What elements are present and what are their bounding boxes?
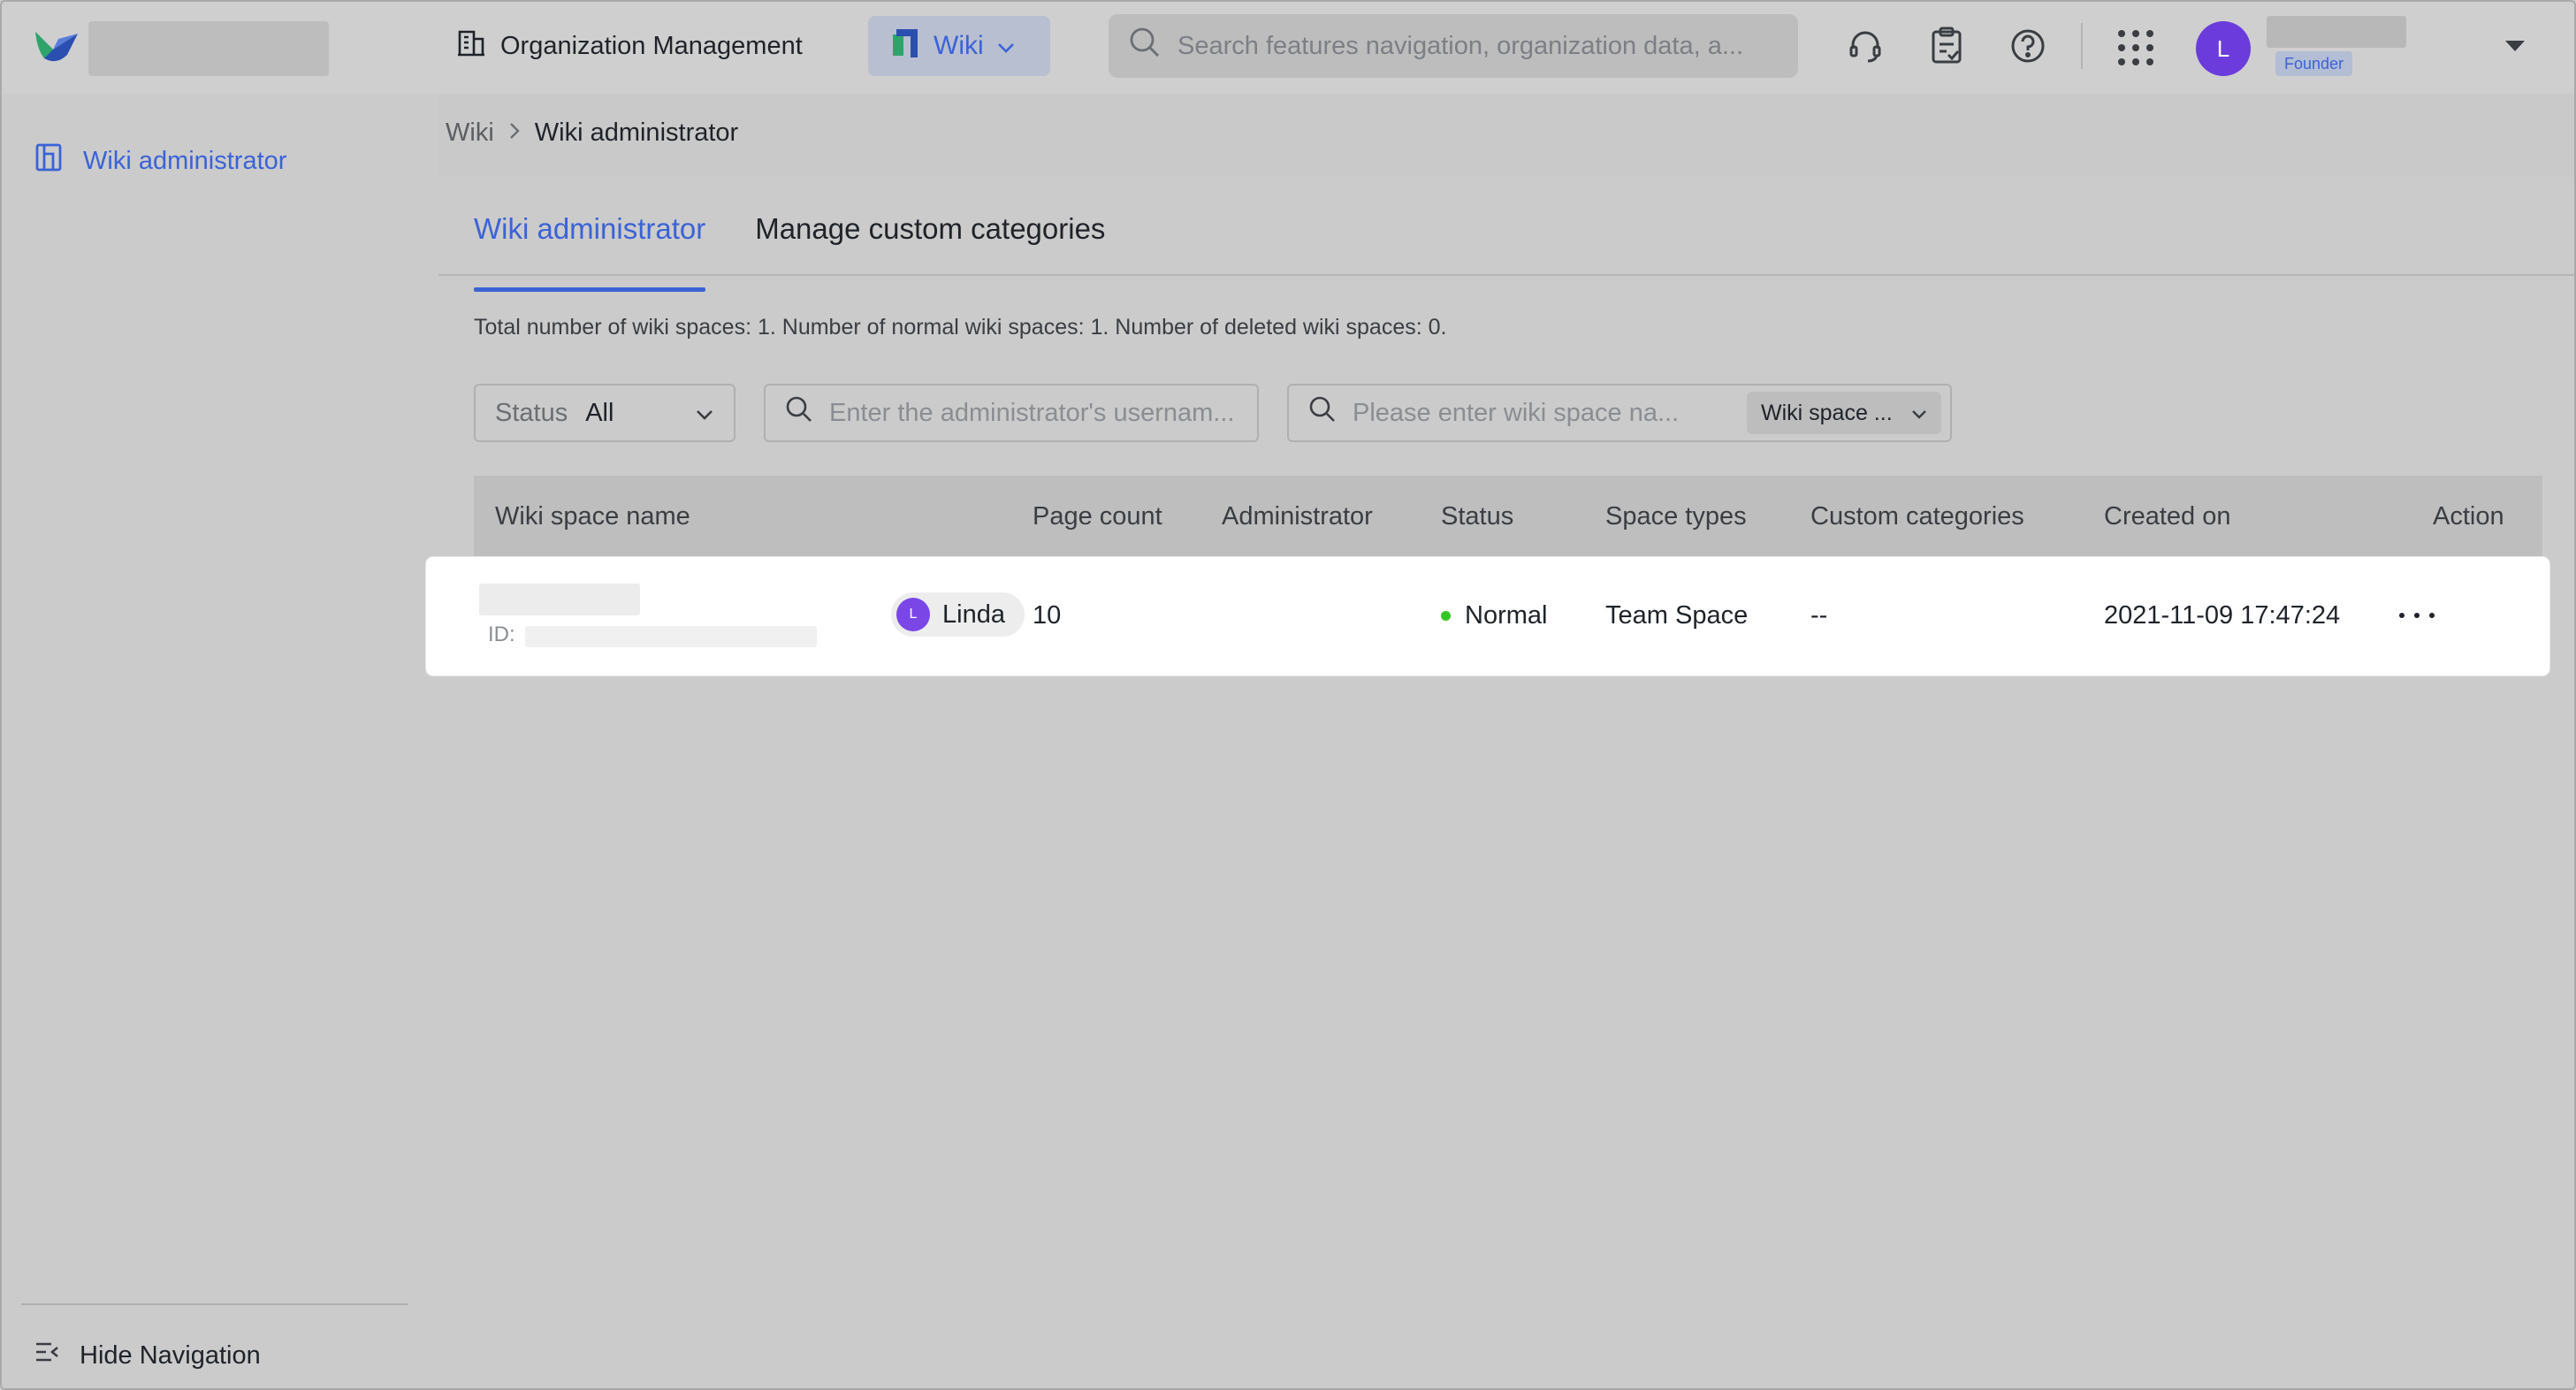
status-dot-icon <box>1441 611 1451 621</box>
tab-bar: Wiki administrator Manage custom categor… <box>474 212 1105 292</box>
column-header: Action <box>2433 502 2504 531</box>
app-window: Organization Management Wiki Search feat… <box>0 0 2576 1390</box>
user-avatar[interactable]: L <box>2196 21 2251 76</box>
column-header: Page count <box>1033 502 1162 531</box>
space-type-cell: Team Space <box>1605 601 1749 630</box>
app-switcher-label: Wiki <box>934 31 984 60</box>
column-header: Status <box>1441 502 1514 531</box>
wiki-space-search-input[interactable]: Please enter wiki space na... Wiki space… <box>1287 384 1952 442</box>
administrator-name: Linda <box>942 600 1005 629</box>
hide-navigation-button[interactable]: Hide Navigation <box>34 1340 261 1371</box>
top-bar-actions <box>1842 21 2051 71</box>
sidebar-item-wiki-administrator[interactable]: Wiki administrator <box>34 141 286 180</box>
breadcrumb-wiki-link[interactable]: Wiki <box>446 118 494 148</box>
tenant-name-redacted <box>88 21 329 76</box>
table-header: Wiki space name Page count Administrator… <box>474 476 2542 557</box>
tab-wiki-administrator[interactable]: Wiki administrator <box>474 212 706 292</box>
administrator-search-input[interactable]: Enter the administrator's usernam... <box>764 384 1259 442</box>
administrator-avatar: L <box>896 598 930 631</box>
hide-navigation-label: Hide Navigation <box>80 1340 261 1370</box>
more-actions-icon[interactable] <box>2399 600 2435 631</box>
administrator-chip[interactable]: L Linda <box>891 592 1025 637</box>
wiki-outline-icon <box>34 141 64 180</box>
chevron-right-icon <box>508 118 521 148</box>
app-grid-icon[interactable] <box>2113 25 2159 71</box>
breadcrumb-current: Wiki administrator <box>534 118 739 147</box>
top-bar: Organization Management Wiki Search feat… <box>2 2 2574 94</box>
organization-management-link[interactable]: Organization Management <box>456 28 803 64</box>
administrator-search-placeholder: Enter the administrator's usernam... <box>829 398 1235 427</box>
chevron-down-icon <box>1911 401 1927 426</box>
page-count-cell: 10 <box>1033 601 1062 630</box>
sidebar: Wiki administrator Hide Navigation <box>2 94 438 1388</box>
column-header: Created on <box>2104 502 2231 531</box>
role-badge: Founder <box>2275 51 2353 76</box>
search-icon <box>1128 26 1162 66</box>
wiki-space-id-label: ID: <box>488 622 515 646</box>
approval-clipboard-icon[interactable] <box>1924 23 1970 69</box>
wiki-space-name-redacted <box>479 584 640 615</box>
created-on-cell: 2021-11-09 17:47:24 <box>2104 601 2341 630</box>
tab-divider <box>438 274 2574 276</box>
organization-management-label: Organization Management <box>500 31 803 60</box>
global-search-input[interactable]: Search features navigation, organization… <box>1109 14 1798 78</box>
breadcrumb: Wiki Wiki administrator <box>446 118 738 148</box>
table-row[interactable]: ID: 10 L Linda Normal Team Space -- 2021… <box>426 557 2549 676</box>
search-scope-value: Wiki space ... <box>1761 400 1893 425</box>
chevron-down-icon <box>695 399 714 428</box>
status-filter-select[interactable]: Status All <box>474 384 735 442</box>
customer-service-icon[interactable] <box>1842 23 1888 69</box>
column-header: Wiki space name <box>495 502 690 531</box>
wiki-icon <box>889 26 921 66</box>
search-icon <box>1308 395 1337 431</box>
tab-manage-custom-categories[interactable]: Manage custom categories <box>755 212 1105 274</box>
status-text: Normal <box>1465 601 1548 630</box>
app-switcher-wiki[interactable]: Wiki <box>868 16 1050 76</box>
collapse-menu-icon <box>34 1340 60 1371</box>
global-search-placeholder: Search features navigation, organization… <box>1177 31 1744 60</box>
caret-down-icon[interactable] <box>2502 35 2528 57</box>
status-filter-label: Status <box>495 398 568 427</box>
column-header: Space types <box>1605 502 1747 531</box>
building-icon <box>456 27 486 65</box>
column-header: Custom categories <box>1810 502 2024 531</box>
top-bar-divider <box>2081 23 2083 69</box>
status-filter-value: All <box>585 398 614 427</box>
main-panel: Wiki administrator Manage custom categor… <box>426 177 2574 1388</box>
wiki-space-id-redacted <box>525 626 817 647</box>
app-logo-icon[interactable] <box>32 23 81 67</box>
column-header: Administrator <box>1222 502 1373 531</box>
help-icon[interactable] <box>2005 23 2051 69</box>
wiki-space-summary: Total number of wiki spaces: 1. Number o… <box>474 315 1447 340</box>
sidebar-divider <box>21 1303 408 1305</box>
custom-categories-cell: -- <box>1810 601 1828 630</box>
user-name-redacted <box>2267 16 2406 48</box>
wiki-space-search-placeholder: Please enter wiki space na... <box>1353 398 1680 427</box>
search-scope-select[interactable]: Wiki space ... <box>1747 392 1941 434</box>
search-icon <box>785 395 813 431</box>
chevron-down-icon <box>996 31 1016 61</box>
sidebar-item-label: Wiki administrator <box>83 146 287 175</box>
status-cell: Normal <box>1441 601 1547 630</box>
